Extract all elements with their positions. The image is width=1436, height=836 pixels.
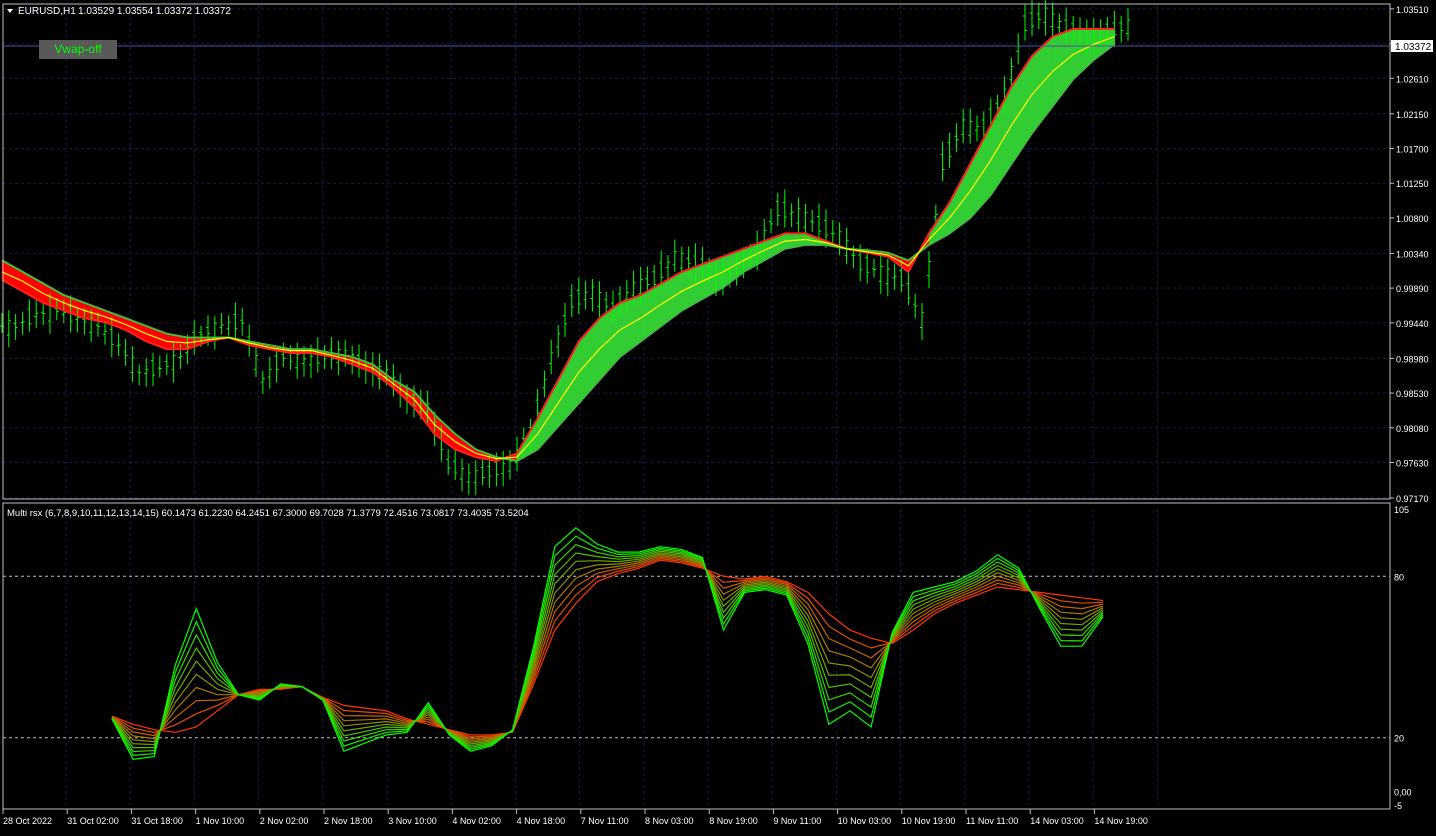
indicator-tick-label: 20 bbox=[1394, 734, 1404, 744]
price-tick-label: 0.98080 bbox=[1396, 424, 1429, 434]
ohlc-values: 1.03529 1.03554 1.03372 1.03372 bbox=[78, 6, 231, 17]
price-tick-label: 0.97170 bbox=[1396, 494, 1429, 504]
chart-window[interactable]: 1.035101.030601.026101.021501.017001.012… bbox=[0, 0, 1436, 832]
time-tick-label: 2 Nov 18:00 bbox=[324, 816, 373, 826]
price-tick-label: 0.99440 bbox=[1396, 319, 1429, 329]
time-tick-label: 3 Nov 10:00 bbox=[388, 816, 437, 826]
time-tick-label: 14 Nov 19:00 bbox=[1094, 816, 1148, 826]
background bbox=[0, 0, 1436, 832]
time-tick-label: 9 Nov 11:00 bbox=[773, 816, 821, 826]
price-tick-label: 0.99890 bbox=[1396, 284, 1429, 294]
price-axis[interactable]: 1.035101.030601.026101.021501.017001.012… bbox=[1390, 5, 1429, 504]
time-tick-label: 28 Oct 2022 bbox=[3, 816, 52, 826]
time-tick-label: 14 Nov 03:00 bbox=[1030, 816, 1084, 826]
indicator-tick-label: 80 bbox=[1394, 572, 1404, 582]
chart-canvas[interactable]: 1.035101.030601.026101.021501.017001.012… bbox=[0, 0, 1436, 832]
time-tick-label: 11 Nov 11:00 bbox=[966, 816, 1018, 826]
time-tick-label: 2 Nov 02:00 bbox=[260, 816, 309, 826]
time-tick-label: 8 Nov 19:00 bbox=[709, 816, 758, 826]
time-tick-label: 4 Nov 18:00 bbox=[517, 816, 566, 826]
time-tick-label: 10 Nov 03:00 bbox=[838, 816, 892, 826]
indicator-tick-label: -5 bbox=[1394, 801, 1402, 811]
price-tick-label: 1.01700 bbox=[1396, 145, 1429, 155]
time-tick-label: 8 Nov 03:00 bbox=[645, 816, 694, 826]
time-tick-label: 7 Nov 11:00 bbox=[581, 816, 629, 826]
price-tick-label: 0.97630 bbox=[1396, 459, 1429, 469]
price-tick-label: 1.01250 bbox=[1396, 179, 1429, 189]
indicator-tick-label: 105 bbox=[1394, 505, 1409, 515]
price-tick-label: 1.03510 bbox=[1396, 5, 1429, 15]
price-tick-label: 1.00800 bbox=[1396, 214, 1429, 224]
price-tick-label: 1.00340 bbox=[1396, 249, 1429, 259]
time-tick-label: 31 Oct 02:00 bbox=[67, 816, 119, 826]
price-tick-label: 0.98980 bbox=[1396, 354, 1429, 364]
price-tick-label: 1.02150 bbox=[1396, 110, 1429, 120]
indicator-header: Multi rsx (6,7,8,9,10,11,12,13,14,15) 60… bbox=[7, 508, 529, 519]
indicator-tick-label: 0,00 bbox=[1394, 788, 1412, 798]
price-tick-label: 1.02610 bbox=[1396, 74, 1429, 84]
price-tick-label: 0.98530 bbox=[1396, 389, 1429, 399]
time-tick-label: 1 Nov 10:00 bbox=[196, 816, 245, 826]
vwap-toggle-button[interactable]: Vwap-off bbox=[39, 40, 117, 59]
time-tick-label: 10 Nov 19:00 bbox=[902, 816, 956, 826]
time-tick-label: 31 Oct 18:00 bbox=[131, 816, 183, 826]
current-price-label: 1.03372 bbox=[1395, 42, 1432, 53]
time-tick-label: 4 Nov 02:00 bbox=[452, 816, 501, 826]
symbol-label: EURUSD,H1 bbox=[18, 6, 76, 17]
